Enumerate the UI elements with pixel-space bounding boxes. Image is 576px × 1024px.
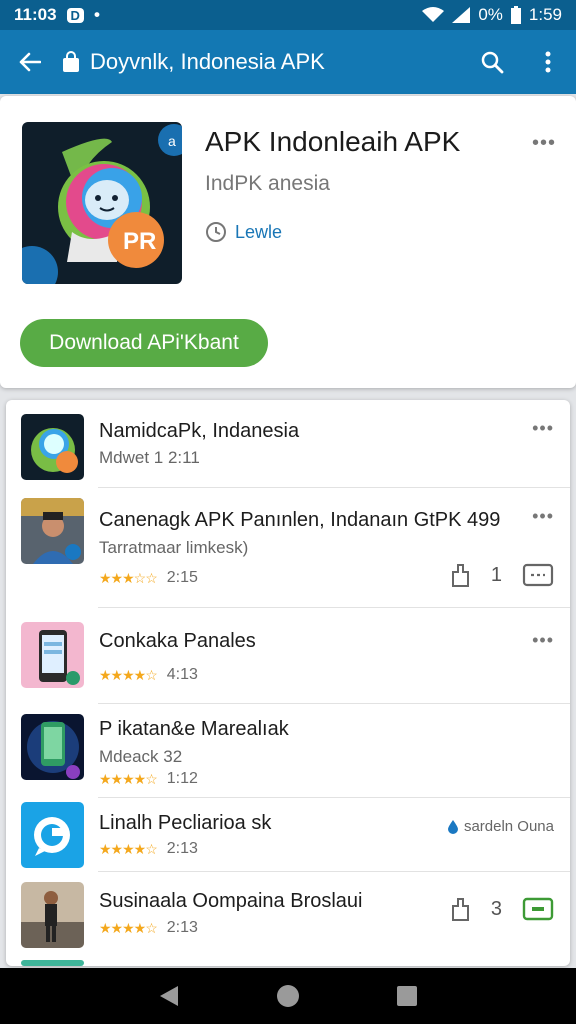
app-bar-title: Doyvnlk, Indonesia APK bbox=[90, 49, 325, 74]
svg-text:PR: PR bbox=[123, 228, 156, 255]
list-item[interactable]: NamidcaPk, Indanesia Mdwet 1 2:11 ••• bbox=[6, 400, 570, 488]
list-item-rating: ★★★★☆ 1:12 bbox=[99, 770, 198, 788]
signal-icon bbox=[452, 7, 471, 23]
list-item-title: NamidcaPk, Indanesia bbox=[99, 420, 300, 442]
list-item[interactable]: Canenagk APK Panınlen, Indanaın GtPK 499… bbox=[6, 488, 570, 608]
status-bar: 11:03 D • 0% 1:59 bbox=[0, 0, 576, 30]
app-title: APK Indonleaih APK bbox=[205, 126, 461, 157]
app-bar: Doyvnlk, Indonesia APK bbox=[0, 30, 576, 94]
list-item-title: Canenagk APK Panınlen, Indanaın GtPK 499 bbox=[99, 509, 501, 531]
app-icon: a PR bbox=[22, 122, 182, 284]
thumbs-up-icon[interactable] bbox=[449, 562, 471, 588]
chat-bubble-icon[interactable] bbox=[522, 897, 554, 921]
list-item-rating: ★★★★☆ 4:13 bbox=[99, 666, 198, 684]
list-item-icon bbox=[21, 960, 84, 966]
app-update-info: Lewle bbox=[205, 221, 282, 243]
list-item-icon bbox=[21, 414, 84, 480]
back-button[interactable] bbox=[0, 30, 60, 94]
thumbs-up-icon[interactable] bbox=[449, 896, 471, 922]
system-nav-bar bbox=[0, 968, 576, 1024]
list-item[interactable]: Susinaala Oompaina Broslaui ★★★★☆ 2:13 3 bbox=[6, 872, 570, 956]
battery-percent: 0% bbox=[478, 5, 503, 24]
back-arrow-icon bbox=[19, 52, 41, 72]
list-item-note: sardeln Ouna bbox=[447, 818, 554, 835]
list-item[interactable]: Conkaka Panales ★★★★☆ 4:13 ••• bbox=[6, 608, 570, 704]
list-item-rating-value: 2:13 bbox=[166, 840, 198, 857]
status-time-left: 11:03 bbox=[14, 5, 57, 24]
list-item-note-text: sardeln Ouna bbox=[463, 818, 554, 835]
list-item-more[interactable]: ••• bbox=[532, 506, 554, 527]
related-apps-list: NamidcaPk, Indanesia Mdwet 1 2:11 ••• Ca… bbox=[6, 400, 570, 966]
list-item-partial bbox=[6, 960, 570, 966]
status-dots: • bbox=[93, 5, 100, 24]
update-label: Lewle bbox=[235, 221, 283, 242]
star-rating-icon: ★★★★☆ bbox=[99, 840, 158, 857]
list-item-icon bbox=[21, 802, 84, 868]
app-developer[interactable]: IndPK anesia bbox=[205, 172, 330, 196]
list-item[interactable]: Linalh Pecliarioa sk ★★★★☆ 2:13 sardeln … bbox=[6, 798, 570, 872]
list-item-icon bbox=[21, 622, 84, 688]
list-item-more[interactable]: ••• bbox=[532, 418, 554, 439]
list-item-actions: 1 bbox=[449, 562, 554, 588]
list-item-rating-value: 4:13 bbox=[166, 666, 198, 683]
list-item-rating-value: 1:12 bbox=[166, 770, 198, 787]
app-detail-card: a PR APK Indonleaih APK IndPK anesia Lew… bbox=[0, 96, 576, 388]
shopping-bag-icon bbox=[63, 51, 79, 72]
nav-back-icon[interactable] bbox=[158, 984, 180, 1008]
list-item-title: Linalh Pecliarioa sk bbox=[99, 812, 272, 834]
list-item[interactable]: P ikatan&e Marealıak Mdeack 32 ★★★★☆ 1:1… bbox=[6, 704, 570, 798]
clock-icon bbox=[206, 222, 226, 242]
list-item-rating: ★★★☆☆ 2:15 bbox=[99, 569, 198, 587]
list-item-rating-value: 2:13 bbox=[166, 919, 198, 936]
likes-count: 1 bbox=[490, 563, 502, 586]
search-icon bbox=[481, 51, 504, 74]
more-vert-icon bbox=[545, 51, 551, 73]
list-item-rating: ★★★★☆ 2:13 bbox=[99, 840, 198, 858]
list-item-subtitle: Mdeack 32 bbox=[99, 747, 183, 766]
list-item-actions: 3 bbox=[449, 896, 554, 922]
list-item-title: P ikatan&e Marealıak bbox=[99, 718, 289, 740]
search-button[interactable] bbox=[464, 30, 520, 94]
list-item-subtitle: Mdwet 1 2:11 bbox=[99, 448, 200, 467]
wifi-icon bbox=[422, 7, 445, 22]
list-item-more[interactable]: ••• bbox=[532, 630, 554, 651]
list-item-subtitle: Tarratmaar limkesk) bbox=[99, 538, 249, 557]
star-rating-icon: ★★★★☆ bbox=[99, 666, 158, 683]
battery-icon bbox=[510, 6, 521, 24]
overflow-menu-button[interactable] bbox=[520, 30, 576, 94]
water-drop-icon bbox=[447, 819, 458, 834]
nav-recents-icon[interactable] bbox=[396, 985, 418, 1007]
list-item-title: Conkaka Panales bbox=[99, 630, 256, 652]
star-rating-icon: ★★★☆☆ bbox=[99, 569, 158, 586]
chat-bubble-icon[interactable] bbox=[522, 563, 554, 587]
list-item-icon bbox=[21, 882, 84, 948]
list-item-icon bbox=[21, 498, 84, 564]
download-button[interactable]: Download APi'Kbant bbox=[20, 319, 268, 367]
app-more-options[interactable]: ••• bbox=[532, 132, 556, 155]
star-rating-icon: ★★★★☆ bbox=[99, 919, 158, 936]
status-time-right: 1:59 bbox=[528, 5, 562, 24]
list-item-icon bbox=[21, 714, 84, 780]
star-rating-icon: ★★★★☆ bbox=[99, 770, 158, 787]
svg-text:a: a bbox=[168, 133, 176, 149]
likes-count: 3 bbox=[490, 897, 502, 920]
list-item-title: Susinaala Oompaina Broslaui bbox=[99, 890, 363, 912]
nav-home-icon[interactable] bbox=[276, 984, 300, 1008]
list-item-rating-value: 2:15 bbox=[166, 569, 198, 586]
list-item-rating: ★★★★☆ 2:13 bbox=[99, 919, 198, 937]
status-notification-badge: D bbox=[66, 7, 84, 23]
